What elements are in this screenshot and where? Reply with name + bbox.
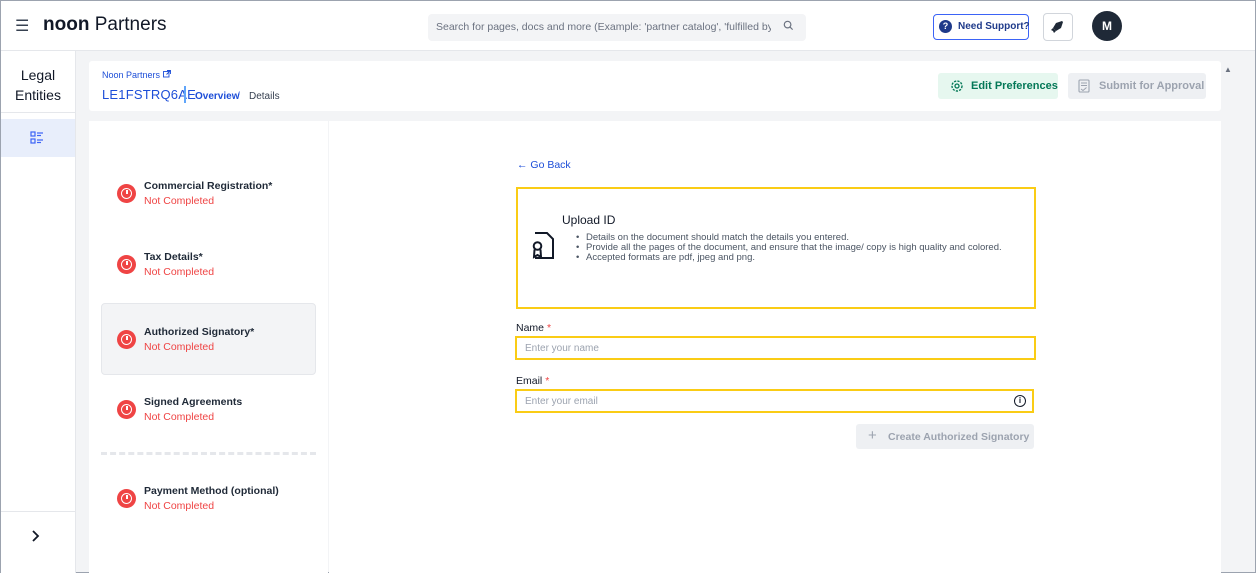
guideline-item: Accepted formats are pdf, jpeg and png. [574, 253, 1014, 264]
hamburger-icon[interactable]: ☰ [15, 16, 29, 36]
external-link-icon [162, 70, 171, 78]
step-status: Not Completed [144, 411, 215, 423]
name-label: Name * [516, 322, 552, 334]
document-check-icon [1078, 79, 1090, 93]
step-title: Authorized Signatory* [144, 326, 255, 338]
name-field[interactable]: Enter your name [515, 336, 1036, 360]
question-icon: ? [939, 20, 952, 33]
step-status: Not Completed [144, 266, 215, 278]
need-support-label: Need Support? [958, 21, 1030, 32]
upload-id-dropzone[interactable]: Upload ID Details on the document should… [516, 187, 1036, 309]
rocket-icon [1051, 21, 1063, 33]
submit-for-approval-label: Submit for Approval [1099, 80, 1205, 92]
step-title: Tax Details* [144, 251, 203, 263]
steps-divider [101, 452, 316, 455]
submit-for-approval-button[interactable]: Submit for Approval [1068, 73, 1206, 99]
search-icon[interactable] [783, 20, 794, 34]
step-title: Commercial Registration* [144, 180, 273, 192]
error-icon [117, 255, 136, 274]
page-scrollbar[interactable]: ▲ [1222, 61, 1234, 571]
search-placeholder: Search for pages, docs and more (Example… [436, 21, 771, 33]
step-tax-details[interactable]: Tax Details* Not Completed [101, 228, 316, 300]
breadcrumb-overview[interactable]: Overview [195, 91, 239, 102]
gear-icon [951, 80, 963, 92]
id-document-icon [532, 232, 554, 259]
create-authorized-signatory-label: Create Authorized Signatory [888, 431, 1030, 443]
step-title: Payment Method (optional) [144, 485, 279, 497]
step-status: Not Completed [144, 341, 215, 353]
header-divider [184, 86, 186, 103]
step-status: Not Completed [144, 195, 215, 207]
upload-title: Upload ID [562, 213, 616, 227]
step-signed-agreements[interactable]: Signed Agreements Not Completed [101, 373, 316, 445]
step-payment-method[interactable]: Payment Method (optional) Not Completed [101, 462, 316, 534]
error-icon [117, 184, 136, 203]
error-icon [117, 330, 136, 349]
error-icon [117, 489, 136, 508]
plus-icon: + [868, 427, 877, 444]
breadcrumb-current: Details [249, 91, 280, 102]
rail-bottom-divider [1, 511, 75, 512]
list-icon [30, 131, 43, 144]
rocket-button[interactable] [1043, 13, 1073, 41]
name-placeholder: Enter your name [525, 343, 599, 354]
email-field[interactable]: Enter your email i [515, 389, 1034, 413]
email-label: Email * [516, 375, 550, 387]
breadcrumb-root-link[interactable]: Noon Partners [102, 70, 171, 80]
main-content: ← Go Back Upload ID Details on the docum… [329, 121, 1221, 573]
step-authorized-signatory[interactable]: Authorized Signatory* Not Completed [101, 303, 316, 375]
step-title: Signed Agreements [144, 396, 243, 408]
avatar[interactable]: M [1092, 11, 1122, 41]
search-input[interactable]: Search for pages, docs and more (Example… [428, 14, 806, 41]
left-rail: Legal Entities [1, 51, 76, 573]
steps-panel: Commercial Registration* Not Completed T… [89, 121, 328, 573]
brand-logo[interactable]: noon Partners [43, 14, 167, 36]
entity-id: LE1FSTRQ6AE [102, 87, 196, 102]
rail-title: Legal Entities [15, 67, 61, 103]
upload-guidelines: Details on the document should match the… [574, 233, 1014, 264]
breadcrumb-separator: / [237, 91, 240, 102]
rail-divider [1, 112, 75, 113]
info-icon[interactable]: i [1014, 395, 1026, 407]
page-header: Noon Partners LE1FSTRQ6AE Overview / Det… [89, 61, 1221, 111]
top-bar: ☰ noon Partners Search for pages, docs a… [1, 1, 1255, 51]
edit-preferences-label: Edit Preferences [971, 80, 1058, 92]
email-placeholder: Enter your email [525, 396, 598, 407]
step-commercial-registration[interactable]: Commercial Registration* Not Completed [101, 157, 316, 229]
edit-preferences-button[interactable]: Edit Preferences [938, 73, 1058, 99]
error-icon [117, 400, 136, 419]
step-status: Not Completed [144, 500, 215, 512]
rail-item-details[interactable] [1, 119, 75, 157]
scroll-up-icon[interactable]: ▲ [1224, 65, 1232, 74]
need-support-button[interactable]: ? Need Support? [933, 14, 1030, 40]
go-back-link[interactable]: ← Go Back [517, 159, 571, 171]
chevron-right-icon[interactable] [31, 529, 41, 548]
create-authorized-signatory-button[interactable]: + Create Authorized Signatory [856, 424, 1034, 449]
